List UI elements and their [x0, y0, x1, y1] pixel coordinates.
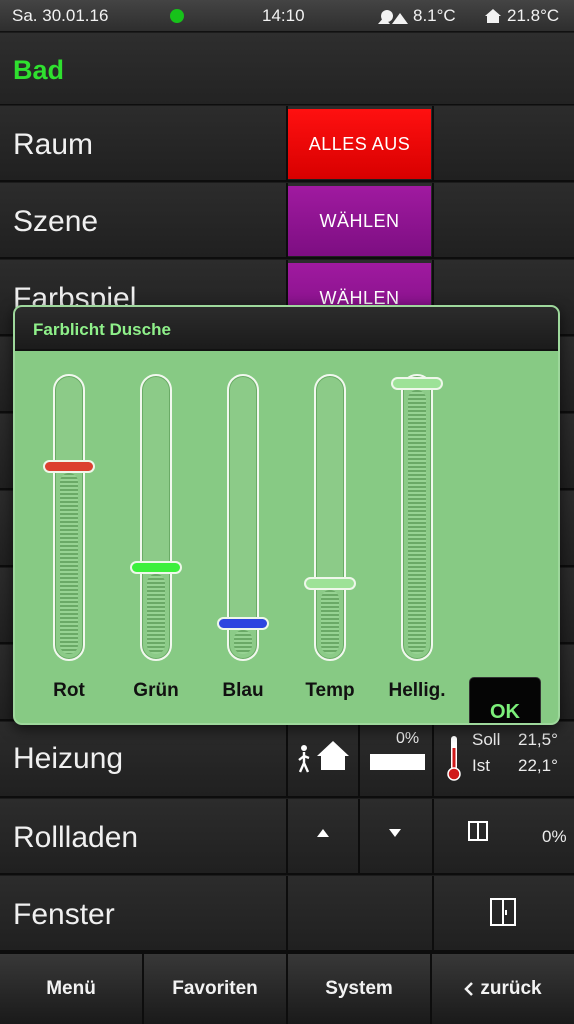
back-button[interactable]: zurück — [430, 954, 574, 1024]
shutter-position-cell[interactable]: 0% — [432, 799, 574, 873]
row-szene: Szene WÄHLEN — [0, 183, 574, 259]
slider-track-temp[interactable] — [314, 374, 346, 661]
row-label: Fenster — [13, 898, 115, 931]
shutter-down-button[interactable] — [358, 799, 434, 873]
back-label: zurück — [480, 978, 542, 999]
system-label: System — [325, 978, 393, 999]
slider-handle-temp[interactable] — [304, 577, 356, 591]
cell-divider — [432, 183, 574, 257]
slider-label-grün: Grün — [133, 680, 179, 701]
dialog-title: Farblicht Dusche — [33, 320, 171, 339]
window-sash-icon — [490, 898, 516, 926]
dialog-header: Farblicht Dusche — [15, 307, 558, 351]
valve-percent: 0% — [396, 730, 420, 747]
home-icon — [485, 9, 501, 23]
slider-label-blau: Blau — [222, 680, 264, 701]
slider-fill — [147, 574, 165, 654]
connection-dot-icon — [170, 9, 184, 23]
row-label: Raum — [13, 128, 94, 161]
outdoor-temp-value: 8.1°C — [413, 6, 456, 25]
window-state-cell[interactable] — [432, 876, 574, 950]
ok-button[interactable]: OK — [469, 677, 541, 723]
all-off-button[interactable]: ALLES AUS — [288, 109, 431, 179]
setpoint-value: 21,5° — [518, 730, 558, 749]
slider-handle-grün[interactable] — [130, 561, 182, 575]
status-bar: Sa. 30.01.16 14:10 8.1°C 21.8°C — [0, 0, 574, 32]
status-date: Sa. 30.01.16 — [12, 6, 109, 25]
row-label: Heizung — [13, 742, 124, 775]
presence-mode-button[interactable] — [286, 722, 360, 796]
slider-fill — [321, 590, 339, 654]
actual-label: Ist — [472, 756, 490, 775]
row-fenster: Fenster — [0, 876, 574, 952]
arrow-up-icon — [317, 829, 329, 837]
status-time: 14:10 — [262, 6, 305, 25]
page-title: Bad — [13, 55, 65, 85]
row-heizung: Heizung 0% Soll 21,5° Ist 22,1° — [0, 722, 574, 798]
title-row: Bad — [0, 33, 574, 105]
row-label: Szene — [13, 205, 99, 238]
presence-home-icon — [298, 741, 349, 773]
system-button[interactable]: System — [286, 954, 430, 1024]
slider-label-rot: Rot — [53, 680, 85, 701]
slider-fill — [60, 472, 78, 654]
chevron-left-icon — [464, 982, 474, 996]
dialog-body: OK Rot Grün Blau Temp Hellig. — [15, 351, 558, 723]
setpoint-label: Soll — [472, 730, 501, 749]
arrow-down-icon — [389, 829, 401, 837]
slider-label-temp: Temp — [305, 680, 355, 701]
valve-level-bar — [370, 754, 425, 770]
shutter-position-value: 0% — [542, 827, 567, 846]
temperature-cell[interactable]: Soll 21,5° Ist 22,1° — [432, 722, 574, 796]
color-light-dialog: Farblicht Dusche OK Rot Grün Blau Temp Helli… — [13, 305, 560, 725]
row-label: Rollladen — [13, 821, 139, 854]
thermometer-icon — [447, 736, 461, 781]
row-raum: Raum ALLES AUS — [0, 106, 574, 182]
valve-cell: 0% — [358, 722, 434, 796]
actual-value: 22,1° — [518, 756, 558, 775]
bottom-navigation: Menü Favoriten System zurück — [0, 952, 574, 1024]
slider-fill — [234, 630, 252, 654]
cell-divider — [286, 876, 434, 950]
slider-handle-blau[interactable] — [217, 617, 269, 631]
slider-label-hellig: Hellig. — [388, 680, 446, 701]
menu-button[interactable]: Menü — [0, 954, 142, 1024]
indoor-temperature: 21.8°C — [484, 6, 559, 26]
slider-fill — [408, 390, 426, 654]
menu-label: Menü — [46, 978, 96, 999]
slider-track-grün[interactable] — [140, 374, 172, 661]
outdoor-temperature: 8.1°C — [378, 6, 456, 26]
outdoor-icon — [378, 10, 408, 24]
scene-select-button[interactable]: WÄHLEN — [288, 186, 431, 256]
row-rollladen: Rollladen 0% — [0, 799, 574, 875]
shutter-up-button[interactable] — [286, 799, 360, 873]
window-icon — [468, 821, 488, 841]
slider-track-rot[interactable] — [53, 374, 85, 661]
favorites-label: Favoriten — [172, 978, 258, 999]
cell-divider — [432, 106, 574, 180]
slider-track-hellig[interactable] — [401, 374, 433, 661]
favorites-button[interactable]: Favoriten — [142, 954, 286, 1024]
indoor-temp-value: 21.8°C — [507, 6, 560, 25]
slider-handle-hellig[interactable] — [391, 377, 443, 390]
slider-handle-rot[interactable] — [43, 459, 95, 473]
